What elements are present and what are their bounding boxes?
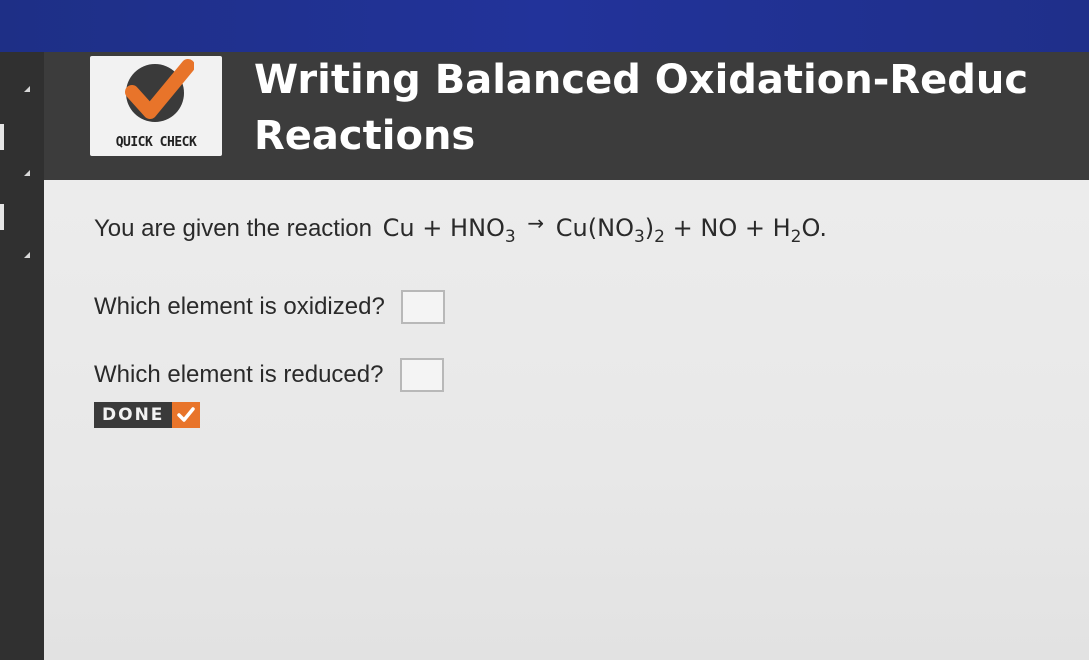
checkmark-icon	[172, 402, 201, 428]
product-no: NO	[700, 214, 738, 242]
question-intro-text: You are given the reaction	[94, 215, 372, 242]
product-h2o-end: O.	[801, 214, 828, 242]
reduced-answer-input[interactable]	[400, 358, 445, 392]
product-cu-no3-2: Cu(NO	[555, 214, 634, 242]
page-title-line1: Writing Balanced Oxidation-Reduc	[254, 57, 1029, 103]
reaction-arrow-icon: →	[527, 211, 545, 235]
quick-check-badge: QUICK CHECK	[90, 56, 222, 156]
arrow-marker-icon	[24, 86, 30, 92]
checkmark-icon	[125, 59, 194, 119]
product-h2o: H	[772, 214, 791, 242]
done-button-label: DONE	[94, 402, 173, 428]
left-bar	[0, 124, 4, 150]
plus-sign: +	[422, 214, 443, 242]
subscript: 2	[790, 227, 802, 247]
left-bar	[0, 204, 4, 230]
question-oxidized: Which element is oxidized?	[94, 290, 446, 324]
reaction-equation: Cu + HNO3 → Cu(NO3)2 + NO + H2O.	[382, 211, 828, 246]
question-panel: You are given the reaction Cu + HNO3 → C…	[44, 180, 1089, 660]
arrow-marker-icon	[24, 252, 30, 258]
subscript: 3	[633, 227, 645, 247]
plus-sign: +	[744, 214, 765, 242]
page-title-line2: Reactions	[254, 113, 476, 159]
subscript: 3	[504, 227, 516, 247]
left-strip	[0, 52, 44, 660]
page-title: Writing Balanced Oxidation-Reduc Reactio…	[254, 52, 1084, 164]
arrow-marker-icon	[24, 170, 30, 176]
reactant-hno3: HNO	[450, 214, 505, 242]
paren-close: )	[644, 214, 655, 242]
question-reduced-label: Which element is reduced?	[94, 361, 384, 388]
question-intro: You are given the reaction Cu + HNO3 → C…	[94, 211, 828, 246]
question-oxidized-label: Which element is oxidized?	[94, 293, 385, 320]
reactant-cu: Cu	[382, 214, 415, 242]
question-reduced: Which element is reduced?	[94, 358, 445, 392]
top-band	[0, 0, 1089, 52]
oxidized-answer-input[interactable]	[401, 290, 446, 324]
screen: QUICK CHECK Writing Balanced Oxidation-R…	[0, 0, 1089, 660]
plus-sign: +	[672, 214, 693, 242]
badge-label: QUICK CHECK	[115, 135, 197, 150]
lesson-header: QUICK CHECK Writing Balanced Oxidation-R…	[44, 52, 1089, 180]
subscript: 2	[654, 227, 665, 247]
done-button[interactable]: DONE	[94, 402, 201, 428]
